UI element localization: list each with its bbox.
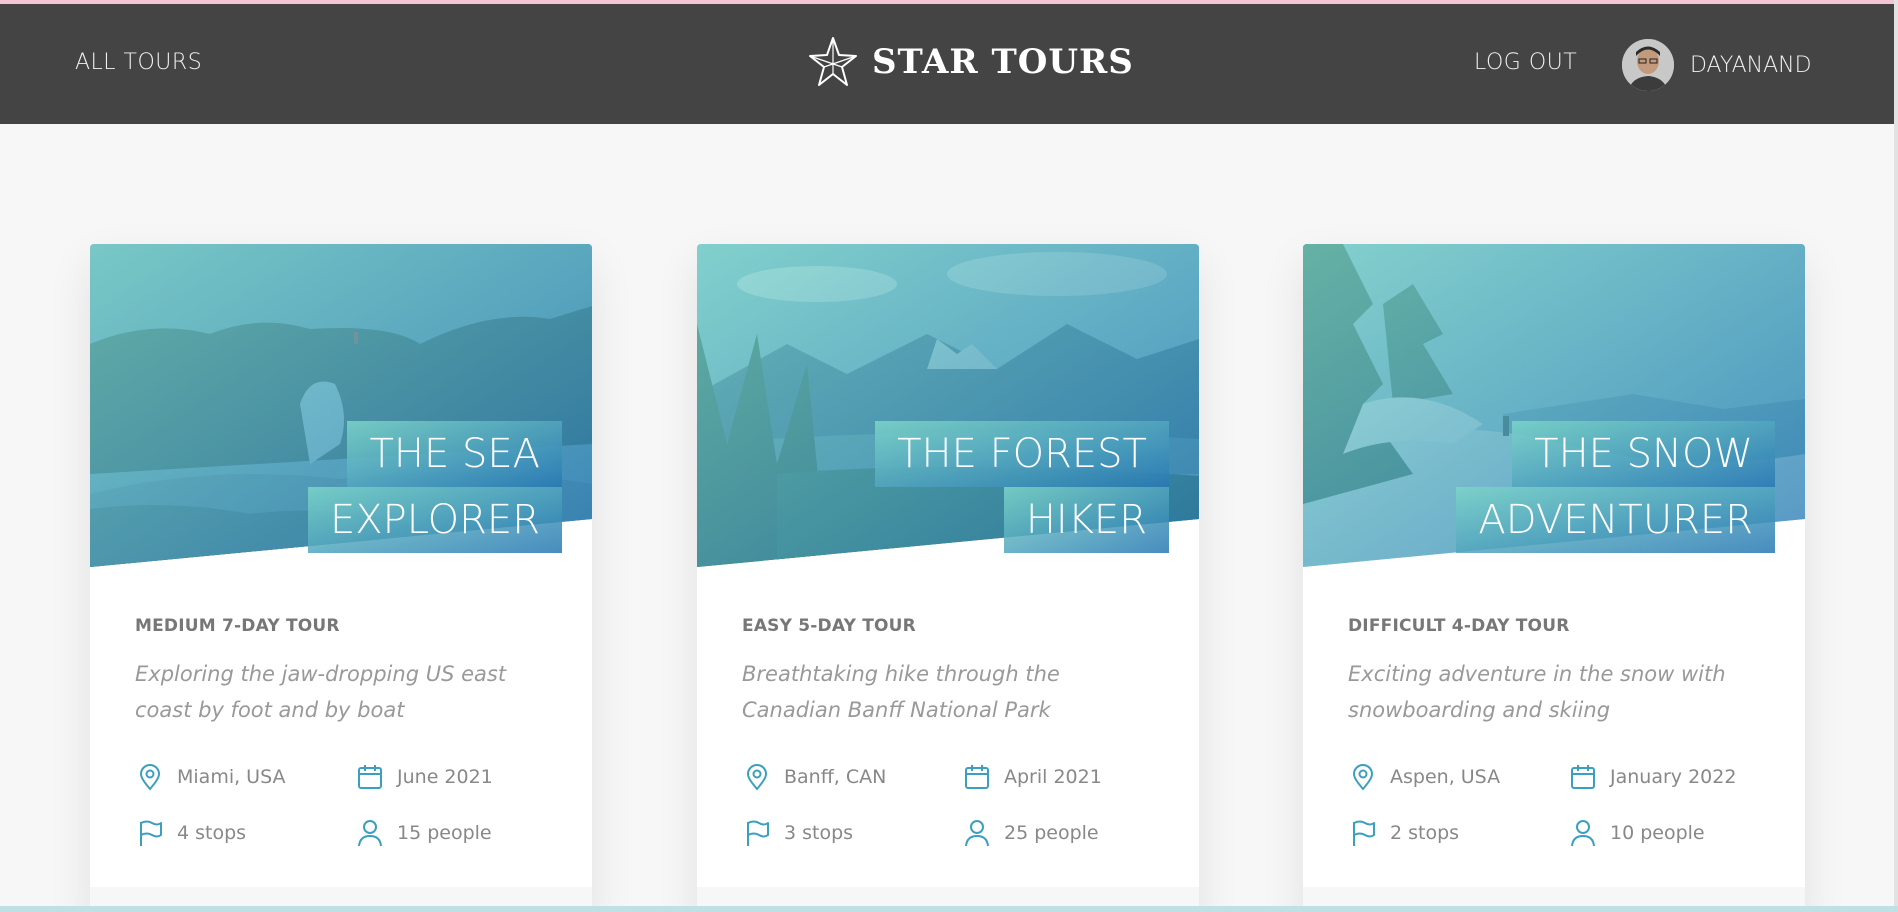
user-icon bbox=[965, 820, 989, 847]
tour-facts: Aspen, USA January 2022 2 stops 10 peopl… bbox=[1348, 748, 1768, 858]
stops-text: 4 stops bbox=[177, 822, 247, 844]
tour-title-line: THE SEA bbox=[347, 421, 562, 487]
tour-title-line: THE FOREST bbox=[875, 421, 1169, 487]
card-details: MEDIUM 7-DAY TOUR Exploring the jaw-drop… bbox=[135, 616, 555, 847]
tour-stops: 2 stops bbox=[1348, 818, 1459, 848]
map-pin-icon bbox=[1352, 764, 1374, 791]
scrollbar[interactable] bbox=[1894, 0, 1898, 912]
people-text: 15 people bbox=[397, 822, 492, 844]
calendar-icon bbox=[358, 765, 382, 789]
tour-people: 10 people bbox=[1568, 818, 1705, 848]
all-tours-link[interactable]: ALL TOURS bbox=[75, 50, 202, 75]
tour-title: THE FOREST HIKER bbox=[875, 421, 1169, 553]
people-text: 10 people bbox=[1610, 822, 1705, 844]
tour-subheading: DIFFICULT 4-DAY TOUR bbox=[1348, 616, 1570, 636]
tour-people: 15 people bbox=[355, 818, 492, 848]
card-details: EASY 5-DAY TOUR Breathtaking hike throug… bbox=[742, 616, 1162, 847]
card-header: THE FOREST HIKER bbox=[697, 244, 1199, 567]
tour-title: THE SEA EXPLORER bbox=[308, 421, 562, 553]
tour-location: Banff, CAN bbox=[742, 762, 886, 792]
date-text: April 2021 bbox=[1004, 766, 1102, 788]
card-header: THE SEA EXPLORER bbox=[90, 244, 592, 567]
user-icon bbox=[358, 820, 382, 847]
map-pin-icon bbox=[139, 764, 161, 791]
tour-facts: Miami, USA June 2021 4 stops 15 people bbox=[135, 748, 555, 858]
tour-date: January 2022 bbox=[1568, 762, 1736, 792]
card-header: THE SNOW ADVENTURER bbox=[1303, 244, 1805, 567]
location-text: Banff, CAN bbox=[784, 766, 887, 788]
avatar[interactable] bbox=[1622, 39, 1674, 91]
calendar-icon bbox=[965, 765, 989, 789]
flag-icon bbox=[140, 820, 162, 846]
top-navigation: ALL TOURS STAR TOURS LOG OUT DAYANAND bbox=[0, 4, 1898, 124]
brand-name: STAR TOURS bbox=[872, 42, 1134, 82]
date-text: January 2022 bbox=[1610, 766, 1737, 788]
user-name: DAYANAND bbox=[1690, 52, 1812, 78]
tour-subheading: EASY 5-DAY TOUR bbox=[742, 616, 916, 636]
tour-subheading: MEDIUM 7-DAY TOUR bbox=[135, 616, 340, 636]
tour-summary: Exciting adventure in the snow with snow… bbox=[1348, 662, 1726, 722]
flag-icon bbox=[747, 820, 769, 846]
tour-date: June 2021 bbox=[355, 762, 493, 792]
location-text: Aspen, USA bbox=[1390, 766, 1501, 788]
star-logo-icon bbox=[809, 37, 857, 86]
card-details: DIFFICULT 4-DAY TOUR Exciting adventure … bbox=[1348, 616, 1768, 847]
tour-card-snow-adventurer[interactable]: THE SNOW ADVENTURER DIFFICULT 4-DAY TOUR… bbox=[1303, 244, 1805, 912]
tour-card-sea-explorer[interactable]: THE SEA EXPLORER MEDIUM 7-DAY TOUR Explo… bbox=[90, 244, 592, 912]
tour-title-line: ADVENTURER bbox=[1456, 487, 1775, 553]
tour-summary: Breathtaking hike through the Canadian B… bbox=[742, 662, 1060, 722]
tour-facts: Banff, CAN April 2021 3 stops 25 people bbox=[742, 748, 1162, 858]
tour-title-line: EXPLORER bbox=[308, 487, 562, 553]
date-text: June 2021 bbox=[397, 766, 493, 788]
tour-summary: Exploring the jaw-dropping US east coast… bbox=[135, 662, 507, 722]
tour-stops: 3 stops bbox=[742, 818, 853, 848]
stops-text: 3 stops bbox=[784, 822, 854, 844]
map-pin-icon bbox=[746, 764, 768, 791]
location-text: Miami, USA bbox=[177, 766, 286, 788]
tour-stops: 4 stops bbox=[135, 818, 246, 848]
people-text: 25 people bbox=[1004, 822, 1099, 844]
user-photo bbox=[1622, 39, 1674, 91]
tour-title-line: HIKER bbox=[1003, 487, 1169, 553]
brand-logo[interactable]: STAR TOURS bbox=[808, 34, 1134, 90]
bottom-border bbox=[0, 906, 1898, 912]
tour-card-forest-hiker[interactable]: THE FOREST HIKER EASY 5-DAY TOUR Breatht… bbox=[697, 244, 1199, 912]
log-out-link[interactable]: LOG OUT bbox=[1474, 50, 1577, 75]
tour-title: THE SNOW ADVENTURER bbox=[1456, 421, 1775, 553]
user-icon bbox=[1571, 820, 1595, 847]
stops-text: 2 stops bbox=[1390, 822, 1460, 844]
tour-location: Aspen, USA bbox=[1348, 762, 1500, 792]
tour-title-line: THE SNOW bbox=[1512, 421, 1775, 487]
calendar-icon bbox=[1571, 765, 1595, 789]
user-profile[interactable]: DAYANAND bbox=[1622, 39, 1812, 91]
tour-people: 25 people bbox=[962, 818, 1099, 848]
flag-icon bbox=[1353, 820, 1375, 846]
tour-date: April 2021 bbox=[962, 762, 1102, 792]
tour-location: Miami, USA bbox=[135, 762, 286, 792]
